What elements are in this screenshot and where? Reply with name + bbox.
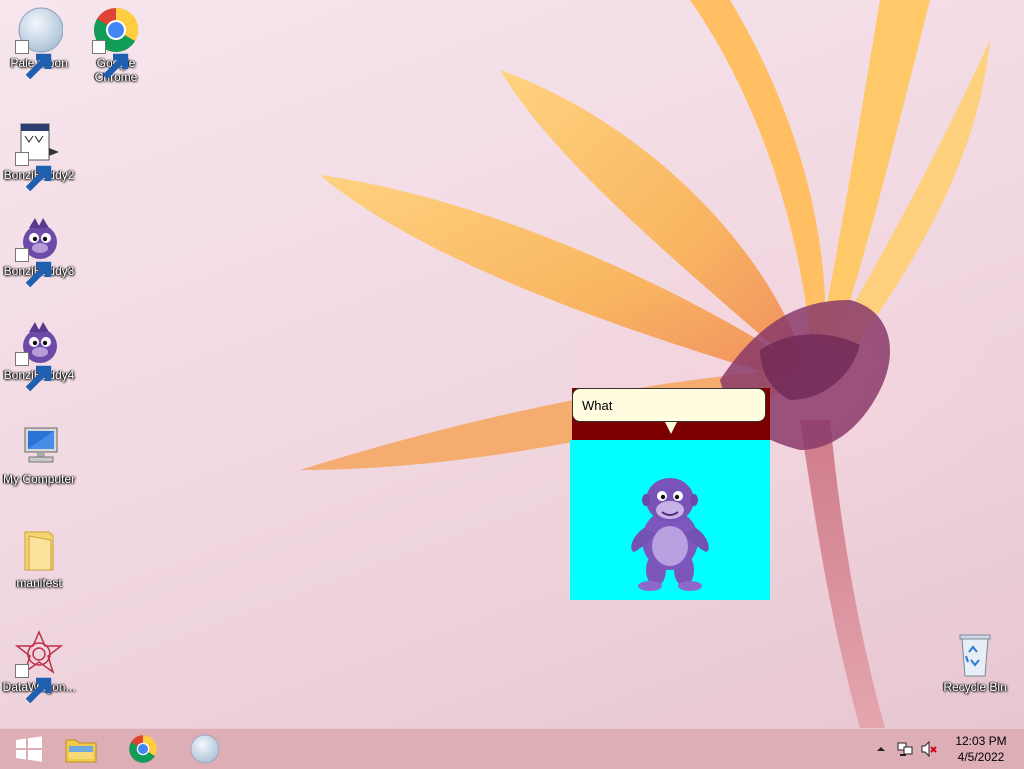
desktop-icon-bonzibuddy3[interactable]: BonziBuddy3: [0, 214, 79, 288]
datawagon-icon: [15, 630, 63, 704]
desktop-icon-manifest[interactable]: manifest: [0, 526, 79, 590]
desktop-icon-google-chrome[interactable]: Google Chrome: [76, 6, 156, 84]
desktop-icon-recycle-bin[interactable]: Recycle Bin: [935, 630, 1015, 694]
pale-moon-icon: [15, 6, 63, 80]
taskbar: 12:03 PM 4/5/2022: [0, 728, 1024, 769]
desktop-icon-label: Recycle Bin: [943, 680, 1007, 694]
recycle-bin-icon: [951, 630, 999, 678]
desktop-icon-bonzibuddy2[interactable]: BonziBuddy2: [0, 118, 79, 192]
network-icon[interactable]: [896, 741, 914, 757]
desktop-icon-pale-moon[interactable]: Pale Moon: [0, 6, 79, 80]
agent-stage[interactable]: [570, 440, 770, 600]
bonzi-agent-window[interactable]: What: [570, 388, 770, 600]
show-hidden-icons-chevron[interactable]: [874, 742, 888, 756]
clock-time: 12:03 PM: [955, 734, 1007, 748]
speech-bubble: What: [572, 388, 766, 422]
taskbar-file-explorer-button[interactable]: [52, 729, 110, 769]
desktop-icon-label: My Computer: [2, 472, 76, 486]
shortcut-arrow-icon: [15, 352, 52, 392]
start-button[interactable]: [0, 729, 58, 769]
taskbar-chrome-button[interactable]: [114, 729, 172, 769]
bonzibuddy2-icon: [15, 118, 63, 192]
speech-bubble-tail: [665, 422, 677, 434]
desktop-icon-label: manifest: [16, 576, 62, 590]
bonzibuddy3-icon: [15, 214, 63, 288]
volume-muted-icon[interactable]: [920, 741, 938, 757]
desktop-icon-bonzibuddy4[interactable]: BonziBuddy4: [0, 318, 79, 392]
shortcut-arrow-icon: [15, 248, 52, 288]
chrome-icon: [92, 6, 140, 80]
wallpaper-flower: [300, 0, 990, 728]
file-explorer-icon: [65, 739, 97, 763]
system-tray: [874, 729, 938, 769]
computer-icon: [15, 422, 63, 470]
windows-start-icon: [16, 736, 42, 762]
desktop[interactable]: Pale Moon Google Chrome BonziBuddy2 Bonz…: [0, 0, 1024, 728]
shortcut-arrow-icon: [92, 40, 129, 80]
speech-text: What: [582, 398, 613, 413]
shortcut-arrow-icon: [15, 664, 52, 704]
shortcut-arrow-icon: [15, 152, 52, 192]
bonzi-character[interactable]: [570, 440, 770, 600]
desktop-icon-my-computer[interactable]: My Computer: [0, 422, 79, 486]
bonzibuddy4-icon: [15, 318, 63, 392]
desktop-icon-datawagon[interactable]: DataWagon...: [0, 630, 79, 704]
chrome-icon: [129, 735, 157, 763]
pale-moon-icon: [190, 734, 220, 764]
taskbar-pale-moon-button[interactable]: [176, 729, 234, 769]
speech-bubble-area: What: [572, 388, 770, 440]
folder-icon: [15, 526, 63, 574]
taskbar-clock[interactable]: 12:03 PM 4/5/2022: [946, 733, 1016, 765]
clock-date: 4/5/2022: [957, 750, 1005, 764]
shortcut-arrow-icon: [15, 40, 52, 80]
